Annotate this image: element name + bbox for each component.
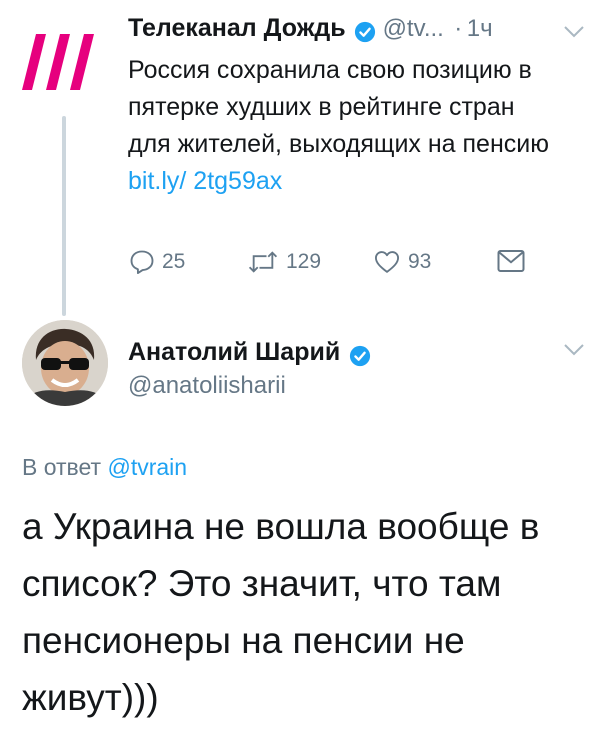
- like-action[interactable]: 93: [372, 248, 431, 276]
- reply-author-row: Анатолий Шарий: [128, 338, 371, 367]
- verified-icon: [349, 345, 370, 366]
- reply-action[interactable]: 25: [128, 248, 185, 276]
- direct-message-icon: [497, 250, 525, 272]
- parent-author-name[interactable]: Телеканал Дождь: [128, 14, 346, 42]
- chevron-down-icon[interactable]: [562, 24, 586, 40]
- avatar-image: [22, 320, 108, 406]
- chevron-down-icon[interactable]: [562, 342, 586, 358]
- direct-message-action[interactable]: [496, 248, 532, 274]
- reply-count: 25: [162, 250, 186, 273]
- in-reply-handle-link[interactable]: @tvrain: [107, 454, 187, 480]
- reply-icon: [130, 250, 154, 275]
- like-count: 93: [408, 250, 432, 273]
- tweet-actions: 25 129 93: [128, 248, 528, 288]
- verified-icon: [355, 21, 376, 42]
- in-reply-to: В ответ @tvrain: [22, 454, 187, 481]
- parent-tweet-header: Телеканал Дождь @tv... · 1ч: [128, 14, 493, 43]
- like-icon: [374, 251, 400, 273]
- reply-tweet-text: а Украина не вошла вообще в список? Это …: [22, 506, 540, 718]
- parent-tweet-link[interactable]: bit.ly/ 2tg59ax: [128, 167, 282, 195]
- retweet-count: 129: [286, 250, 322, 273]
- parent-tweet-text: Россия сохранила свою позицию в пятерке …: [128, 52, 558, 200]
- retweet-action[interactable]: 129: [246, 248, 321, 276]
- parent-time[interactable]: 1ч: [467, 15, 493, 42]
- in-reply-prefix: В ответ: [22, 454, 108, 480]
- thread-line: [62, 116, 66, 316]
- retweet-icon: [248, 251, 278, 273]
- reply-handle[interactable]: @anatoliisharii: [128, 372, 286, 400]
- parent-tweet-body: Россия сохранила свою позицию в пятерке …: [128, 56, 549, 158]
- reply-author-name[interactable]: Анатолий Шарий: [128, 338, 340, 366]
- tvrain-logo[interactable]: [22, 34, 96, 90]
- parent-handle[interactable]: @tv...: [383, 15, 444, 42]
- time-separator: ·: [454, 15, 463, 42]
- avatar[interactable]: [22, 320, 108, 406]
